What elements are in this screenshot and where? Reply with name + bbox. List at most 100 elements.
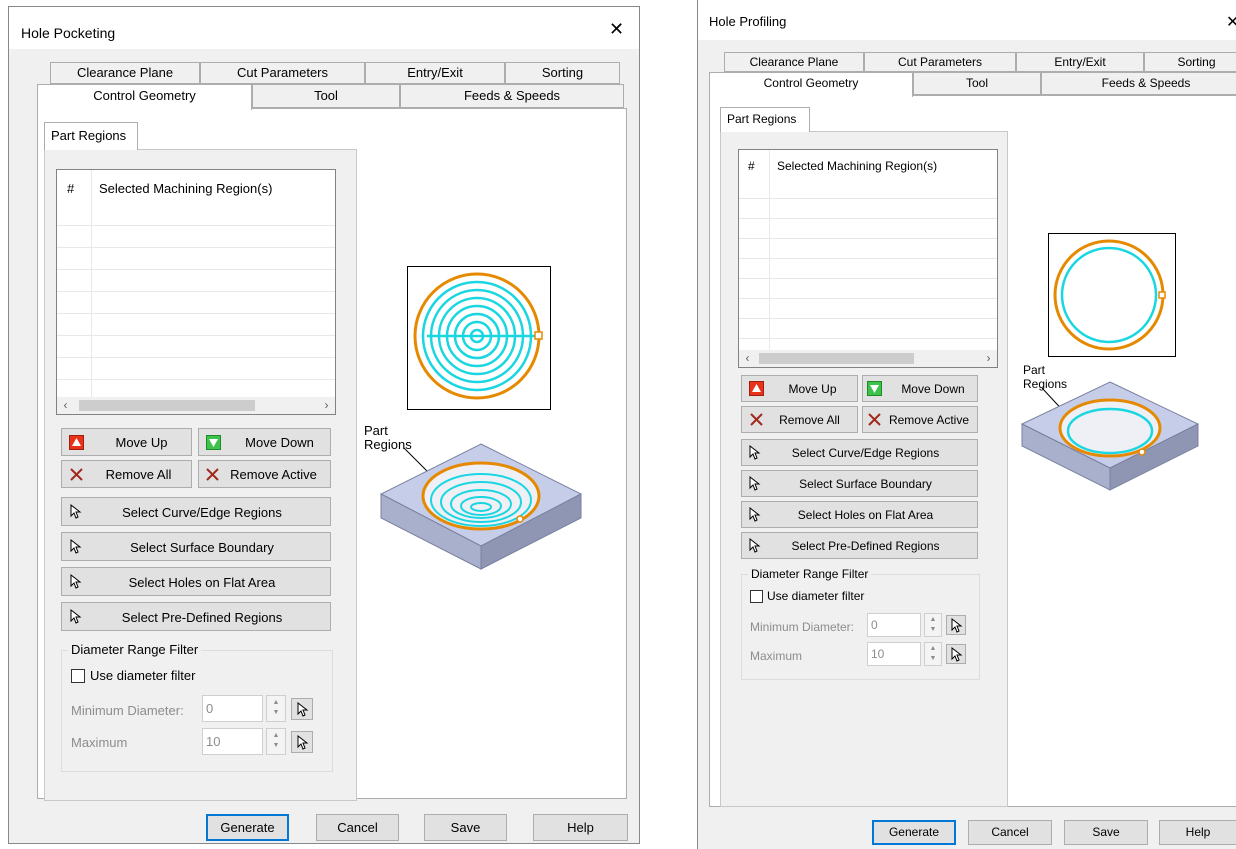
hole-profiling-dialog: Hole Profiling ✕ Clearance Plane Cut Par…: [697, 0, 1236, 849]
minimum-diameter-pick-button[interactable]: [946, 615, 966, 635]
tab-entry-exit[interactable]: Entry/Exit: [1016, 52, 1144, 72]
tab-entry-exit[interactable]: Entry/Exit: [365, 62, 505, 84]
minimum-diameter-input[interactable]: 0: [202, 695, 263, 722]
tab-feeds-speeds[interactable]: Feeds & Speeds: [1041, 72, 1236, 95]
select-curve-edge-regions-button[interactable]: Select Curve/Edge Regions: [741, 439, 978, 466]
select-holes-flat-area-button[interactable]: Select Holes on Flat Area: [741, 501, 978, 528]
tab-tool[interactable]: Tool: [913, 72, 1041, 95]
input-value: 0: [871, 618, 878, 632]
machining-regions-list[interactable]: # Selected Machining Region(s) ‹ ›: [56, 169, 336, 415]
diameter-range-filter-group: Diameter Range Filter Use diameter filte…: [61, 642, 333, 772]
scroll-thumb[interactable]: [79, 400, 255, 411]
select-holes-flat-area-button[interactable]: Select Holes on Flat Area: [61, 567, 331, 596]
scroll-thumb[interactable]: [759, 353, 914, 364]
subtab-label: Part Regions: [727, 112, 797, 126]
tab-control-geometry[interactable]: Control Geometry: [37, 84, 252, 110]
part-regions-panel: # Selected Machining Region(s) ‹ › Move …: [720, 131, 1008, 807]
maximum-diameter-input[interactable]: 10: [202, 728, 263, 755]
dialog-title: Hole Pocketing: [21, 25, 116, 41]
button-label: Remove All: [779, 413, 840, 427]
select-curve-edge-regions-button[interactable]: Select Curve/Edge Regions: [61, 497, 331, 526]
help-button[interactable]: Help: [533, 814, 628, 841]
scroll-left-icon[interactable]: ‹: [57, 397, 74, 414]
maximum-diameter-stepper[interactable]: ▲ ▼: [924, 642, 942, 666]
select-predefined-regions-button[interactable]: Select Pre-Defined Regions: [741, 532, 978, 559]
tab-feeds-speeds[interactable]: Feeds & Speeds: [400, 84, 624, 108]
minimum-diameter-input[interactable]: 0: [867, 613, 921, 637]
tab-sorting[interactable]: Sorting: [1144, 52, 1236, 72]
generate-button[interactable]: Generate: [872, 820, 956, 845]
cursor-icon: [951, 617, 963, 637]
move-down-button[interactable]: Move Down: [198, 428, 331, 456]
tab-sorting[interactable]: Sorting: [505, 62, 620, 84]
dialog-title: Hole Profiling: [709, 14, 787, 29]
tab-clearance-plane[interactable]: Clearance Plane: [724, 52, 864, 72]
column-header-regions: Selected Machining Region(s): [99, 181, 273, 196]
stepper-up-icon[interactable]: ▲: [925, 615, 941, 625]
cancel-button[interactable]: Cancel: [316, 814, 399, 841]
tab-label: Tool: [965, 76, 988, 90]
maximum-label: Maximum: [750, 649, 803, 663]
tab-label: Clearance Plane: [76, 65, 174, 80]
list-row: [57, 379, 335, 380]
maximum-diameter-pick-button[interactable]: [291, 731, 313, 753]
list-row: [739, 258, 997, 259]
list-row: [57, 335, 335, 336]
tab-cut-parameters[interactable]: Cut Parameters: [864, 52, 1016, 72]
use-diameter-filter-checkbox[interactable]: [750, 590, 763, 603]
stepper-down-icon[interactable]: ▼: [925, 654, 941, 664]
maximum-diameter-pick-button[interactable]: [946, 644, 966, 664]
scroll-left-icon[interactable]: ‹: [739, 350, 756, 367]
tab-tool[interactable]: Tool: [252, 84, 400, 108]
stepper-up-icon[interactable]: ▲: [925, 644, 941, 654]
generate-button[interactable]: Generate: [206, 814, 289, 841]
cancel-button[interactable]: Cancel: [968, 820, 1052, 845]
maximum-diameter-input[interactable]: 10: [867, 642, 921, 666]
stepper-down-icon[interactable]: ▼: [267, 708, 285, 718]
horizontal-scrollbar[interactable]: ‹ ›: [57, 397, 335, 414]
move-down-button[interactable]: Move Down: [862, 375, 978, 402]
tab-label: Cut Parameters: [897, 55, 983, 69]
stepper-up-icon[interactable]: ▲: [267, 731, 285, 741]
tab-control-geometry[interactable]: Control Geometry: [709, 72, 913, 97]
minimum-diameter-stepper[interactable]: ▲ ▼: [266, 695, 286, 722]
part-regions-3d-image: [1020, 381, 1200, 491]
tab-clearance-plane[interactable]: Clearance Plane: [50, 62, 200, 84]
minimum-diameter-pick-button[interactable]: [291, 698, 313, 720]
stepper-down-icon[interactable]: ▼: [925, 625, 941, 635]
list-row: [57, 269, 335, 270]
tab-label: Entry/Exit: [1054, 55, 1106, 69]
move-up-button[interactable]: Move Up: [61, 428, 192, 456]
close-icon[interactable]: ✕: [609, 19, 624, 40]
horizontal-scrollbar[interactable]: ‹ ›: [739, 350, 997, 367]
tab-label: Tool: [314, 88, 338, 103]
save-button[interactable]: Save: [1064, 820, 1148, 845]
checkbox-label: Use diameter filter: [90, 668, 196, 683]
tab-cut-parameters[interactable]: Cut Parameters: [200, 62, 365, 84]
machining-regions-list[interactable]: # Selected Machining Region(s) ‹ ›: [738, 149, 998, 368]
save-button[interactable]: Save: [424, 814, 507, 841]
scroll-right-icon[interactable]: ›: [980, 350, 997, 367]
remove-active-button[interactable]: Remove Active: [862, 406, 978, 433]
stepper-up-icon[interactable]: ▲: [267, 698, 285, 708]
remove-active-button[interactable]: Remove Active: [198, 460, 331, 488]
minimum-diameter-stepper[interactable]: ▲ ▼: [924, 613, 942, 637]
tab-label: Control Geometry: [763, 76, 859, 90]
button-label: Move Down: [901, 382, 965, 396]
remove-all-button[interactable]: Remove All: [61, 460, 192, 488]
column-header-num: #: [67, 181, 75, 196]
move-up-button[interactable]: Move Up: [741, 375, 858, 402]
subtab-part-regions[interactable]: Part Regions: [720, 107, 810, 132]
remove-all-button[interactable]: Remove All: [741, 406, 858, 433]
select-surface-boundary-button[interactable]: Select Surface Boundary: [61, 532, 331, 561]
use-diameter-filter-checkbox[interactable]: [71, 669, 85, 683]
maximum-diameter-stepper[interactable]: ▲ ▼: [266, 728, 286, 755]
select-surface-boundary-button[interactable]: Select Surface Boundary: [741, 470, 978, 497]
close-icon[interactable]: ✕: [1226, 12, 1236, 32]
stepper-down-icon[interactable]: ▼: [267, 741, 285, 751]
select-predefined-regions-button[interactable]: Select Pre-Defined Regions: [61, 602, 331, 631]
scroll-right-icon[interactable]: ›: [318, 397, 335, 414]
list-row: [57, 247, 335, 248]
subtab-part-regions[interactable]: Part Regions: [44, 122, 138, 150]
help-button[interactable]: Help: [1159, 820, 1236, 845]
